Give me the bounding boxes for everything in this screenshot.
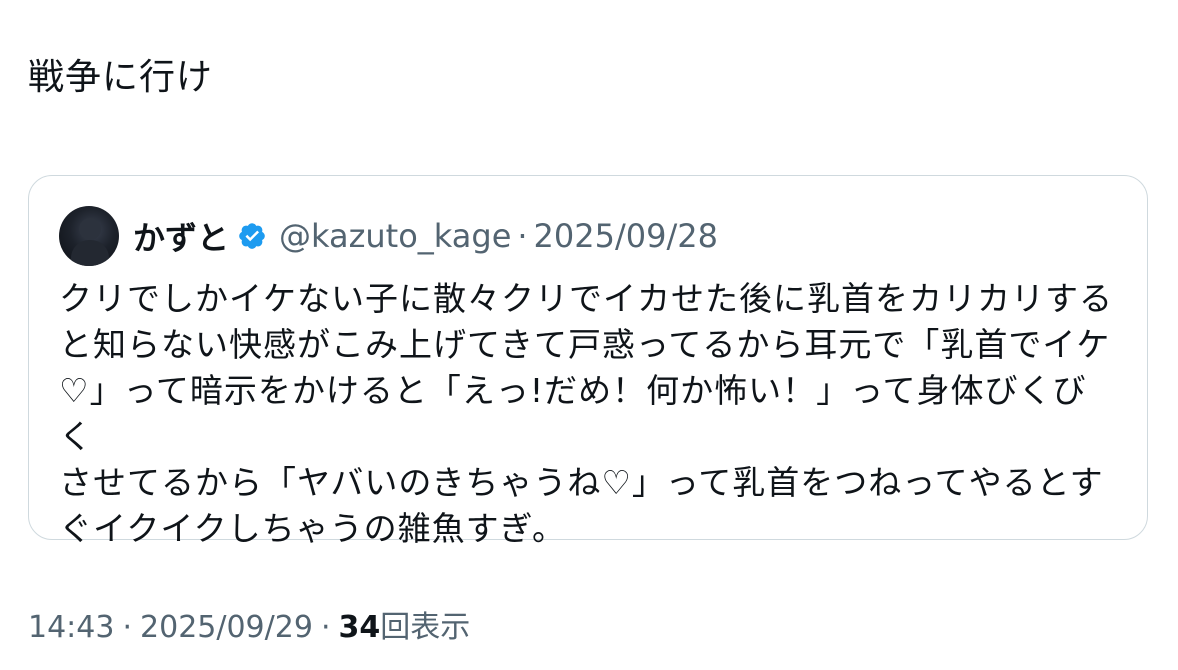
quoted-post-date[interactable]: 2025/09/28	[534, 217, 718, 255]
meta-separator: ·	[122, 610, 133, 645]
views-count[interactable]: 34	[338, 610, 380, 645]
post-meta: 14:43 · 2025/09/29 · 34回表示	[28, 606, 470, 650]
post-date[interactable]: 2025/09/29	[140, 610, 313, 645]
views-label: 回表示	[380, 610, 471, 645]
date-separator: ·	[517, 217, 528, 255]
quoted-post-body: クリでしかイケない子に散々クリでイカせた後に乳首をカリカリする と知らない快感が…	[59, 279, 1113, 548]
quoted-post-card[interactable]: かずと @kazuto_kage · 2025/09/28 クリでしかイケない子…	[28, 175, 1148, 548]
display-name[interactable]: かずと	[133, 213, 229, 259]
verified-badge-icon	[237, 221, 267, 251]
meta-separator: ·	[320, 610, 331, 645]
post-text: 戦争に行け	[28, 57, 214, 98]
handle[interactable]: @kazuto_kage	[279, 217, 511, 255]
quoted-post-header: かずと @kazuto_kage · 2025/09/28	[59, 206, 718, 266]
avatar[interactable]	[59, 206, 119, 266]
post-time[interactable]: 14:43	[28, 610, 114, 645]
